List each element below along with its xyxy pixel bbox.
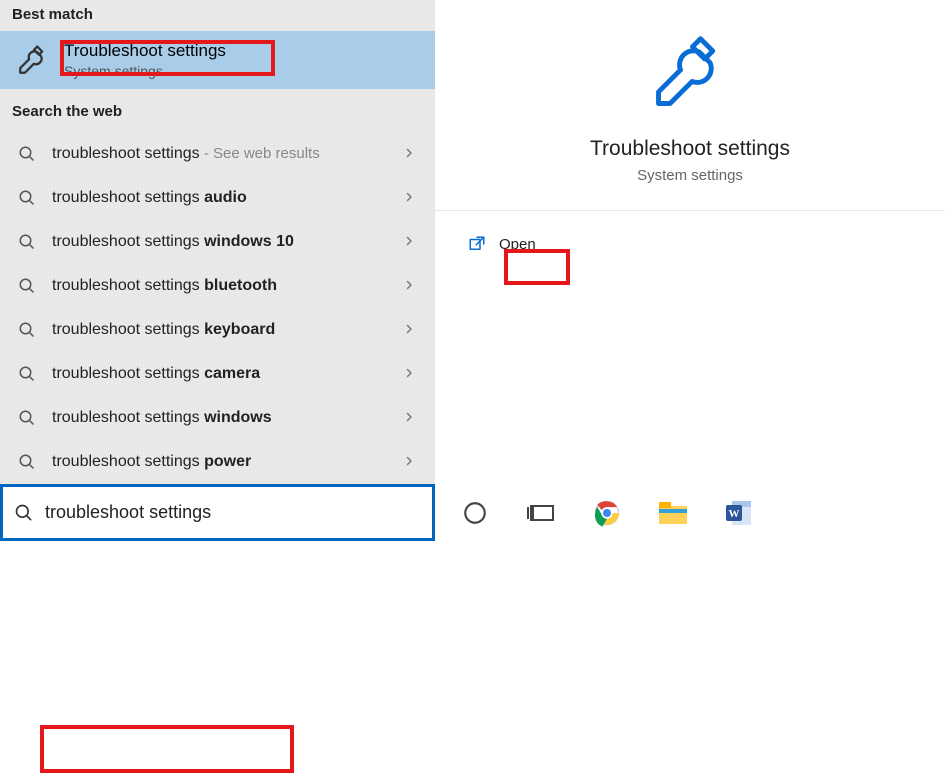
preview-panel: Troubleshoot settings System settings Op… — [435, 0, 945, 484]
search-icon — [3, 503, 45, 523]
chevron-right-icon — [403, 278, 421, 294]
best-match-title: Troubleshoot settings — [64, 41, 226, 61]
web-result-label: troubleshoot settings bluetooth — [52, 277, 277, 295]
search-icon — [14, 365, 40, 383]
web-result-label: troubleshoot settings windows 10 — [52, 233, 294, 251]
cortana-button[interactable] — [457, 495, 493, 531]
word-app-icon[interactable]: W — [721, 495, 757, 531]
chevron-right-icon — [403, 410, 421, 426]
best-match-result[interactable]: Troubleshoot settings System settings — [0, 31, 435, 89]
web-result-item[interactable]: troubleshoot settings bluetooth — [0, 264, 435, 308]
best-match-subtitle: System settings — [64, 63, 226, 79]
web-result-item[interactable]: troubleshoot settings windows — [0, 396, 435, 440]
search-icon — [14, 409, 40, 427]
search-icon — [14, 277, 40, 295]
web-result-item[interactable]: troubleshoot settings keyboard — [0, 308, 435, 352]
chevron-right-icon — [403, 234, 421, 250]
wrench-icon — [648, 30, 732, 119]
taskbar: W — [0, 484, 945, 541]
web-result-item[interactable]: troubleshoot settings - See web results — [0, 132, 435, 176]
search-web-header: Search the web — [0, 89, 435, 128]
web-result-label: troubleshoot settings windows — [52, 409, 272, 427]
web-result-item[interactable]: troubleshoot settings windows 10 — [0, 220, 435, 264]
preview-title: Troubleshoot settings — [590, 137, 790, 161]
taskbar-search[interactable] — [0, 484, 435, 541]
chevron-right-icon — [403, 146, 421, 162]
search-icon — [14, 145, 40, 163]
file-explorer-app-icon[interactable] — [655, 495, 691, 531]
highlight-box — [40, 725, 294, 773]
web-result-item[interactable]: troubleshoot settings camera — [0, 352, 435, 396]
open-action[interactable]: Open — [463, 229, 917, 259]
chevron-right-icon — [403, 366, 421, 382]
open-label: Open — [499, 236, 536, 253]
web-result-label: troubleshoot settings - See web results — [52, 145, 320, 163]
search-results-panel: Best match Troubleshoot settings System … — [0, 0, 435, 484]
web-result-label: troubleshoot settings audio — [52, 189, 247, 207]
search-icon — [14, 321, 40, 339]
web-result-label: troubleshoot settings camera — [52, 365, 260, 383]
chevron-right-icon — [403, 454, 421, 470]
best-match-header: Best match — [0, 0, 435, 31]
open-icon — [467, 235, 487, 253]
search-icon — [14, 233, 40, 251]
chrome-app-icon[interactable] — [589, 495, 625, 531]
web-result-label: troubleshoot settings power — [52, 453, 251, 471]
svg-text:W: W — [729, 508, 740, 520]
search-icon — [14, 189, 40, 207]
chevron-right-icon — [403, 190, 421, 206]
web-result-item[interactable]: troubleshoot settings audio — [0, 176, 435, 220]
chevron-right-icon — [403, 322, 421, 338]
web-results-list: troubleshoot settings - See web results t… — [0, 128, 435, 484]
search-input[interactable] — [45, 487, 432, 538]
preview-subtitle: System settings — [637, 167, 743, 184]
wrench-icon — [14, 43, 52, 77]
task-view-button[interactable] — [523, 495, 559, 531]
web-result-item[interactable]: troubleshoot settings power — [0, 440, 435, 484]
search-icon — [14, 453, 40, 471]
web-result-label: troubleshoot settings keyboard — [52, 321, 275, 339]
